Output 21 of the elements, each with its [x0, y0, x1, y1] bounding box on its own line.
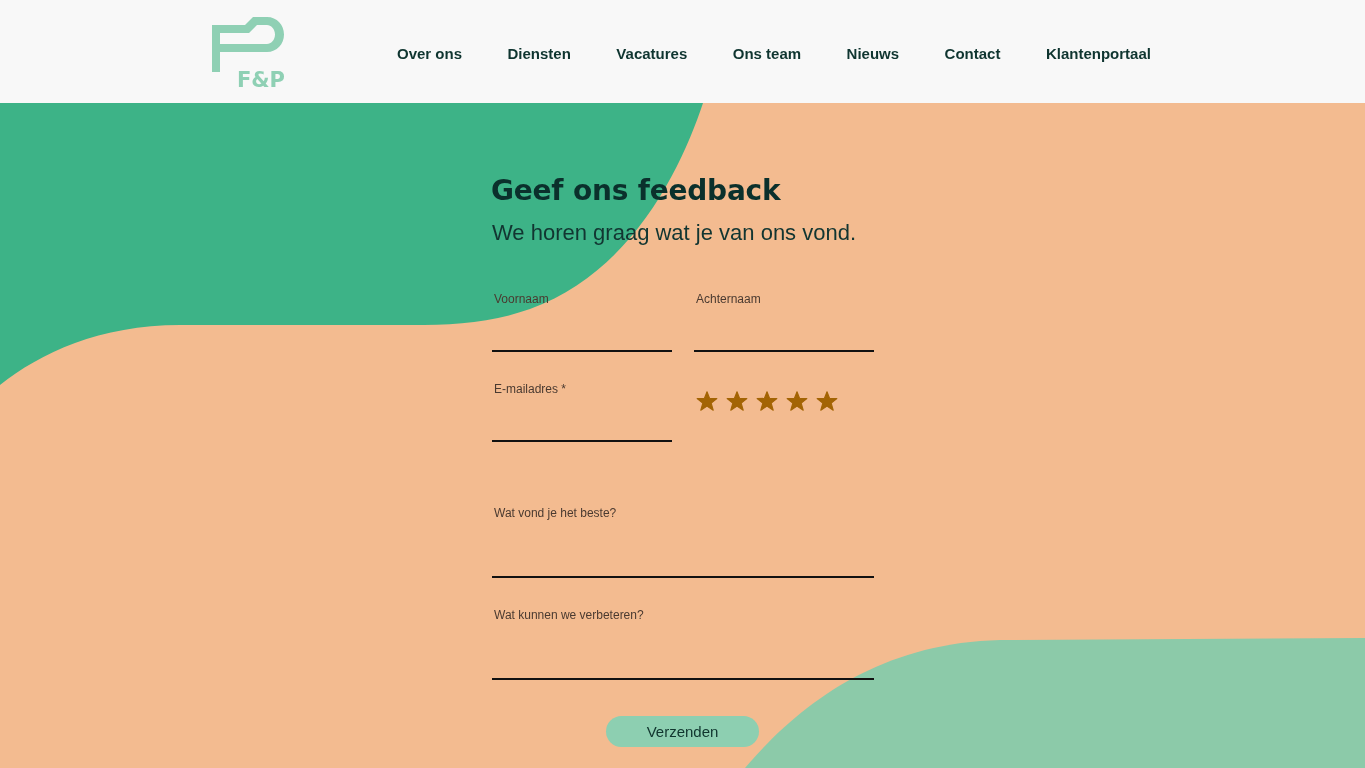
- nav-link[interactable]: Vacatures: [616, 45, 688, 62]
- field-label: Achternaam: [695, 292, 761, 306]
- field-label: Wat vond je het beste?: [493, 506, 617, 520]
- star-icon[interactable]: [726, 391, 748, 412]
- logo-text: F&P: [236, 70, 285, 89]
- submit-button[interactable]: Verzenden: [606, 716, 759, 747]
- nav-link[interactable]: Nieuws: [846, 45, 900, 62]
- logo-icon[interactable]: [211, 16, 285, 72]
- field-label: Voornaam: [493, 292, 549, 306]
- nav-link[interactable]: Over ons: [397, 45, 463, 62]
- star-rating[interactable]: [696, 391, 838, 412]
- star-icon[interactable]: [696, 391, 718, 412]
- nav-link[interactable]: Klantenportaal: [1045, 45, 1151, 62]
- field-label: E-mailadres *: [493, 382, 567, 396]
- nav-link[interactable]: Diensten: [507, 45, 571, 62]
- star-icon[interactable]: [816, 391, 838, 412]
- nav-link[interactable]: Contact: [944, 45, 1001, 62]
- field-label: Wat kunnen we verbeteren?: [493, 608, 644, 622]
- star-icon[interactable]: [786, 391, 808, 412]
- star-icon[interactable]: [756, 391, 778, 412]
- nav-link[interactable]: Ons team: [732, 45, 802, 62]
